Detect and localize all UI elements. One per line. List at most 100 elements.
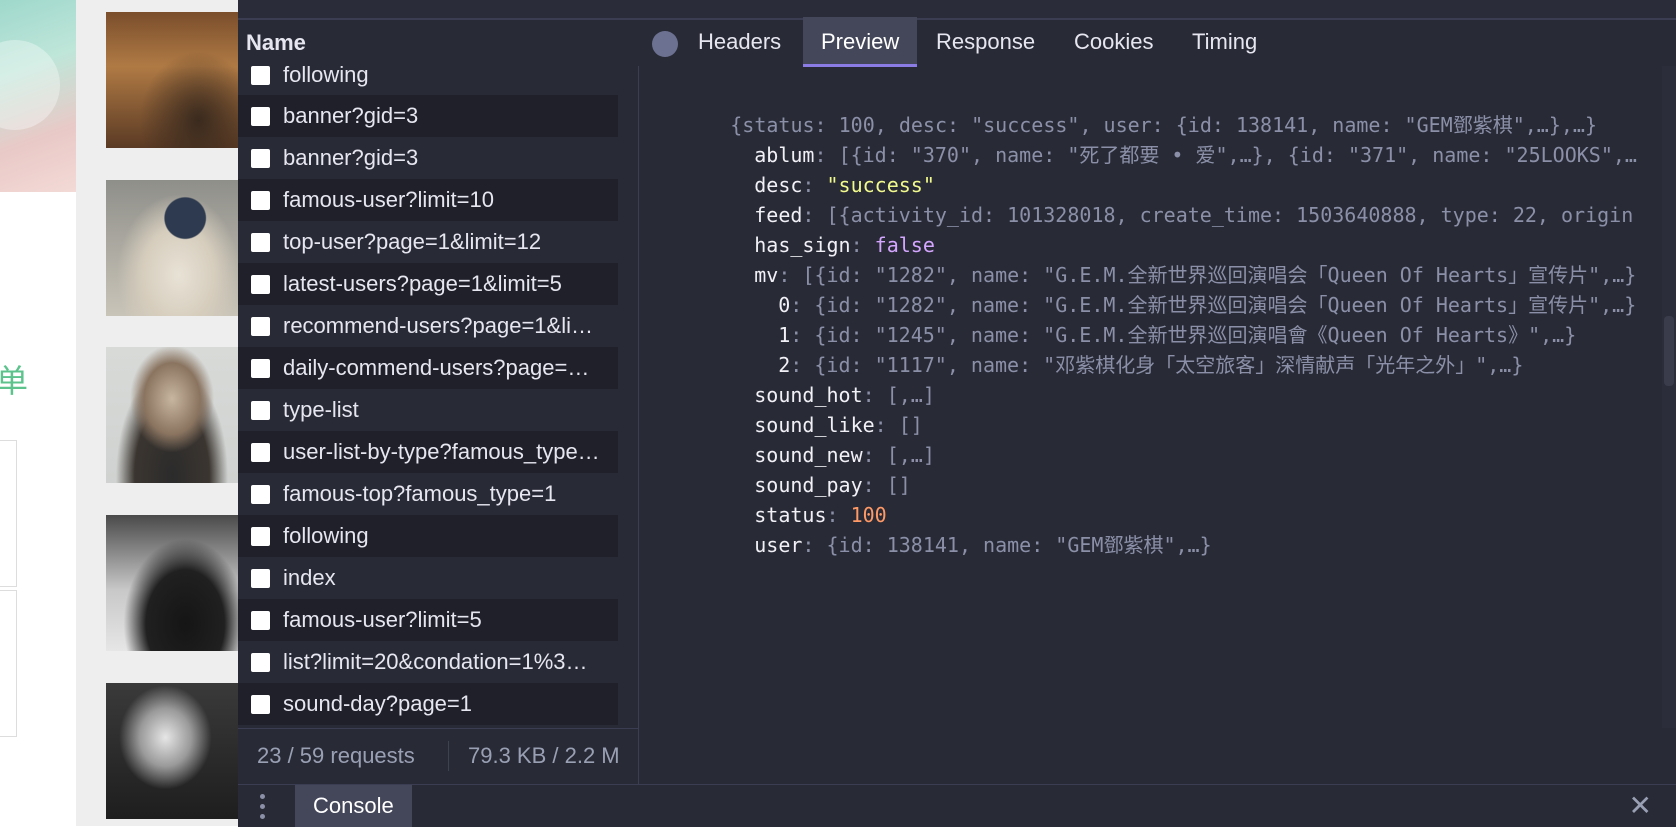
request-row[interactable]: type-list	[238, 389, 618, 431]
close-icon[interactable]: ✕	[1629, 791, 1652, 821]
file-icon	[251, 148, 270, 168]
devtools-drawer: Console ✕	[238, 784, 1676, 827]
request-row[interactable]: famous-top?famous_type=1	[238, 473, 618, 515]
file-icon	[251, 190, 270, 210]
scrollbar-thumb[interactable]	[1664, 316, 1674, 386]
thumbnail-image[interactable]	[106, 347, 238, 483]
json-line-user[interactable]: user: {id: 138141, name: "GEM鄧紫棋",…}	[682, 500, 1211, 557]
banner-image[interactable]	[0, 0, 76, 192]
column-divider[interactable]	[638, 66, 639, 784]
edge-card	[0, 440, 17, 587]
json-value: {id: 138141, name: "GEM鄧紫棋",…}	[826, 533, 1212, 557]
request-row[interactable]: following	[238, 66, 618, 96]
tab-timing[interactable]: Timing	[1192, 17, 1257, 67]
thumbnail-image[interactable]	[106, 180, 238, 316]
request-count: 23 / 59 requests	[257, 743, 415, 768]
json-line-mv-item[interactable]: 2: {id: "1117", name: "邓紫棋化身「太空旅客」深情献声「光…	[706, 320, 1523, 377]
file-icon	[251, 484, 270, 504]
json-line-mv[interactable]: mv: [{id: "1282", name: "G.E.M.全新世界巡回演唱会…	[682, 230, 1636, 287]
file-icon	[251, 400, 270, 420]
request-name: banner?gid=3	[283, 145, 419, 170]
request-row[interactable]: sound-day?page=1	[238, 683, 618, 725]
request-name: banner?gid=3	[283, 103, 419, 128]
json-line-mv-item[interactable]: 1: {id: "1245", name: "G.E.M.全新世界巡回演唱會《Q…	[706, 290, 1576, 347]
request-row[interactable]: index	[238, 557, 618, 599]
json-root-line[interactable]: {status: 100, desc: "success", user: {id…	[658, 80, 1597, 137]
file-icon	[251, 316, 270, 336]
request-name: user-list-by-type?famous_type…	[283, 439, 600, 464]
request-row[interactable]: following	[238, 515, 618, 557]
tab-preview[interactable]: Preview	[803, 17, 918, 67]
thumbnail-image[interactable]	[106, 683, 238, 819]
request-row[interactable]: list?limit=20&condation=1%3…	[238, 641, 618, 683]
devtools-panel: Name following banner?gid=3 banner?gid=3…	[238, 0, 1676, 827]
tab-console[interactable]: Console	[295, 785, 412, 827]
preview-scrollbar[interactable]	[1662, 66, 1676, 728]
file-icon	[251, 610, 270, 630]
file-icon	[251, 106, 270, 126]
thumbnail-image[interactable]	[106, 12, 238, 148]
json-line-mv-item[interactable]: 0: {id: "1282", name: "G.E.M.全新世界巡回演唱会「Q…	[706, 260, 1636, 317]
json-preview: {status: 100, desc: "success", user: {id…	[658, 66, 1676, 728]
json-line-desc[interactable]: desc: "success"	[682, 140, 935, 197]
request-row[interactable]: latest-users?page=1&limit=5	[238, 263, 618, 305]
request-name: famous-top?famous_type=1	[283, 481, 557, 506]
json-value: [{activity_id: 101328018, create_time: 1…	[826, 203, 1634, 227]
edge-card	[0, 590, 17, 737]
file-icon	[251, 526, 270, 546]
file-icon	[251, 274, 270, 294]
request-row[interactable]: banner?gid=3	[238, 95, 618, 137]
more-vertical-icon[interactable]	[256, 791, 268, 821]
json-key: user	[754, 533, 803, 557]
file-icon	[251, 442, 270, 462]
request-row[interactable]: banner?gid=3	[238, 137, 618, 179]
json-value: [{id: "370", name: "死了都要 • 爱",…}, {id: "…	[838, 143, 1637, 167]
partial-heading-text: 单	[0, 362, 29, 400]
request-name: latest-users?page=1&limit=5	[283, 271, 562, 296]
webpage-content: 单	[0, 0, 238, 826]
json-line-has-sign[interactable]: has_sign: false	[682, 200, 935, 257]
tab-headers[interactable]: Headers	[698, 17, 781, 67]
request-name: index	[283, 565, 336, 590]
thumbnail-image[interactable]	[106, 515, 238, 651]
close-detail-icon[interactable]	[652, 31, 678, 57]
request-row[interactable]: famous-user?limit=10	[238, 179, 618, 221]
transfer-size: 79.3 KB / 2.2 M	[468, 743, 620, 768]
request-name: following	[283, 523, 369, 548]
request-name: famous-user?limit=10	[283, 187, 494, 212]
request-name: famous-user?limit=5	[283, 607, 482, 632]
json-line-ablum[interactable]: ablum: [{id: "370", name: "死了都要 • 爱",…},…	[682, 110, 1637, 167]
file-icon	[251, 652, 270, 672]
request-list: following banner?gid=3 banner?gid=3 famo…	[238, 66, 618, 728]
request-row[interactable]: user-list-by-type?famous_type…	[238, 431, 618, 473]
request-name: following	[283, 66, 369, 87]
request-name: daily-commend-users?page=…	[283, 355, 590, 380]
request-name: sound-day?page=1	[283, 691, 472, 716]
detail-tab-bar: Headers Preview Response Cookies Timing	[638, 17, 1676, 67]
json-line-sound-like[interactable]: sound_like: []	[682, 380, 923, 437]
name-column-header[interactable]: Name	[246, 30, 306, 56]
json-line-feed[interactable]: feed: [{activity_id: 101328018, create_t…	[682, 170, 1633, 227]
request-row[interactable]: recommend-users?page=1&li…	[238, 305, 618, 347]
request-name: list?limit=20&condation=1%3…	[283, 649, 588, 674]
request-name: recommend-users?page=1&li…	[283, 313, 593, 338]
request-row[interactable]: top-user?page=1&limit=12	[238, 221, 618, 263]
json-line-sound-new[interactable]: sound_new: [,…]	[682, 410, 935, 467]
json-line-sound-hot[interactable]: sound_hot: [,…]	[682, 350, 935, 407]
json-line-sound-pay[interactable]: sound_pay: []	[682, 440, 911, 497]
tab-cookies[interactable]: Cookies	[1074, 17, 1153, 67]
json-value: []	[886, 473, 911, 497]
file-icon	[251, 66, 270, 85]
network-summary-bar: 23 / 59 requests 79.3 KB / 2.2 M	[238, 728, 638, 785]
file-icon	[251, 232, 270, 252]
tab-response[interactable]: Response	[936, 17, 1035, 67]
file-icon	[251, 568, 270, 588]
json-line-status[interactable]: status: 100	[682, 470, 886, 527]
request-name: top-user?page=1&limit=12	[283, 229, 542, 254]
request-name: type-list	[283, 397, 359, 422]
summary-divider	[448, 741, 449, 771]
request-row[interactable]: daily-commend-users?page=…	[238, 347, 618, 389]
file-icon	[251, 358, 270, 378]
request-row[interactable]: famous-user?limit=5	[238, 599, 618, 641]
file-icon	[251, 694, 270, 714]
